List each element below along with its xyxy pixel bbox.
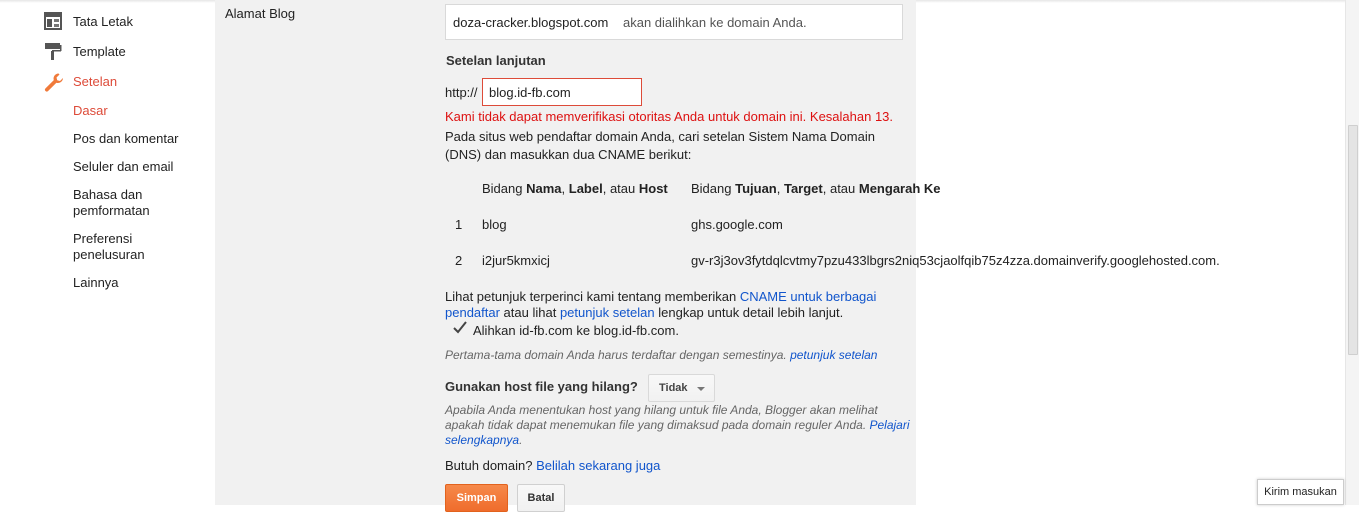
register-setup-link[interactable]: petunjuk setelan	[790, 348, 877, 362]
cname-header-name: Bidang Nama, Label, atau Host	[482, 181, 668, 196]
sidebar-subitem-mobile-email[interactable]: Seluler dan email	[73, 159, 193, 175]
sidebar-item-label: Template	[73, 43, 126, 59]
custom-domain-input[interactable]	[482, 78, 642, 106]
cname-header-target: Bidang Tujuan, Target, atau Mengarah Ke	[691, 181, 941, 196]
missing-files-label: Gunakan host file yang hilang?	[445, 379, 638, 394]
blog-address-box: doza-cracker.blogspot.com akan dialihkan…	[445, 4, 903, 40]
redirect-checkbox[interactable]	[452, 321, 467, 335]
sidebar-item-label: Tata Letak	[73, 13, 133, 29]
sidebar-subitem-posts-comments[interactable]: Pos dan komentar	[73, 131, 193, 147]
missing-files-help: Apabila Anda menentukan host yang hilang…	[445, 403, 910, 447]
scrollbar-thumb[interactable]	[1348, 125, 1358, 355]
chevron-down-icon	[697, 387, 705, 391]
redirect-label: Alihkan id-fb.com ke blog.id-fb.com.	[473, 323, 679, 338]
advanced-settings-title: Setelan lanjutan	[446, 53, 546, 68]
sidebar-subitem-other[interactable]: Lainnya	[73, 275, 193, 291]
sidebar-item-label: Setelan	[73, 73, 118, 89]
sidebar: Tata Letak Template Setelan Dasar Pos da…	[0, 0, 215, 505]
wrench-icon	[44, 72, 63, 92]
layout-icon	[44, 12, 62, 30]
cname-row-number: 2	[455, 253, 463, 268]
cname-row-name: blog	[482, 217, 507, 232]
missing-files-selected: Tidak	[659, 382, 688, 394]
dns-instructions: Pada situs web pendaftar domain Anda, ca…	[445, 129, 875, 162]
cname-row-target: gv-r3j3ov3fytdqlcvtmy7pzu433lbgrs2niq53c…	[691, 253, 1220, 268]
vertical-scrollbar[interactable]	[1345, 0, 1359, 505]
sidebar-item-template[interactable]: Template	[44, 41, 126, 61]
blog-address-note: akan dialihkan ke domain Anda.	[623, 15, 807, 30]
cname-row-number: 1	[455, 217, 463, 232]
blog-address-label: Alamat Blog	[225, 6, 296, 21]
save-button[interactable]: Simpan	[445, 484, 508, 512]
domain-error-message: Kami tidak dapat memverifikasi otoritas …	[445, 109, 894, 124]
cname-help-text: Lihat petunjuk terperinci kami tentang m…	[445, 289, 877, 320]
sidebar-subitem-basic[interactable]: Dasar	[73, 103, 193, 119]
http-prefix: http://	[445, 85, 478, 100]
cname-row-target: ghs.google.com	[691, 217, 783, 232]
send-feedback-button[interactable]: Kirim masukan	[1257, 479, 1344, 505]
cancel-button[interactable]: Batal	[517, 484, 565, 512]
register-note: Pertama-tama domain Anda harus terdaftar…	[445, 348, 878, 362]
missing-files-dropdown[interactable]: Tidak	[648, 374, 715, 402]
sidebar-item-layout[interactable]: Tata Letak	[44, 11, 133, 31]
sidebar-subitem-language-formatting[interactable]: Bahasa dan pemformatan	[73, 187, 193, 219]
buy-domain-text: Butuh domain? Belilah sekarang juga	[445, 458, 661, 473]
sidebar-subitem-search-preferences[interactable]: Preferensi penelusuran	[73, 231, 193, 263]
cname-row-name: i2jur5kmxicj	[482, 253, 550, 268]
blog-address-value: doza-cracker.blogspot.com	[453, 15, 609, 30]
sidebar-item-settings[interactable]: Setelan	[44, 71, 117, 92]
buy-domain-link[interactable]: Belilah sekarang juga	[536, 458, 660, 473]
paint-roller-icon	[44, 42, 62, 60]
setup-instructions-link[interactable]: petunjuk setelan	[560, 305, 655, 320]
